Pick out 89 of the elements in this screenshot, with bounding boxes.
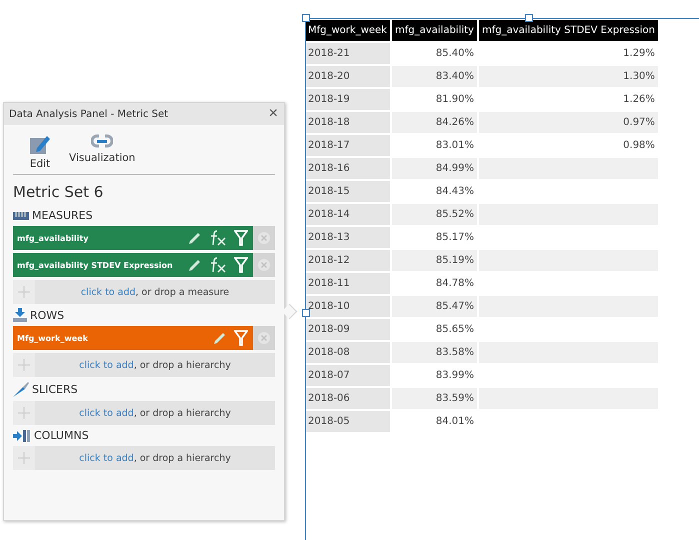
table-cell: 2018-05 [308,416,350,427]
add-prompt: click to add, or drop a hierarchy [78,408,232,418]
pencil-icon[interactable] [188,258,202,272]
column-header[interactable]: Mfg_work_week [305,20,390,41]
filter-icon[interactable] [234,257,248,273]
pencil-icon [29,133,51,155]
click-to-add-link[interactable]: click to add [79,360,134,370]
table-cell: 83.59% [436,393,474,404]
hierarchy-item[interactable]: Mfg_work_week [13,326,253,350]
table-cell: 84.43% [436,186,474,197]
rows-icon [13,308,27,322]
resize-handle[interactable] [302,309,310,317]
table-cell: 84.99% [436,163,474,174]
table-cell: 83.58% [436,347,474,358]
measure-item[interactable]: mfg_availability [13,226,253,250]
table-cell: 2018-13 [308,232,350,243]
table-cell: 85.40% [436,48,474,59]
table-cell: 85.19% [436,255,474,266]
ruler-icon [13,212,29,220]
filter-icon[interactable] [234,230,248,246]
table-cell: 84.26% [436,117,474,128]
table-cell: 2018-19 [308,94,350,105]
table-cell: 84.01% [436,416,474,427]
click-to-add-link[interactable]: click to add [80,286,136,298]
table-cell: 2018-21 [308,48,350,59]
plus-icon [18,286,30,298]
table-cell: 84.78% [436,278,474,289]
panel-title: Data Analysis Panel - Metric Set [9,108,168,120]
click-to-add-link[interactable]: click to add [79,408,134,418]
measure-item[interactable]: mfg_availability STDEV Expression [13,253,253,277]
table-cell: 2018-08 [308,347,350,358]
function-icon[interactable] [209,230,227,246]
pencil-icon[interactable] [213,331,227,345]
add-prompt: click to add, or drop a hierarchy [78,452,232,464]
table-cell: 2018-07 [308,370,350,381]
table-cell: 2018-11 [308,278,350,289]
table-cell: 2018-16 [308,163,350,174]
table-cell: 85.52% [436,209,474,220]
filter-icon[interactable] [234,330,248,346]
table-cell: 85.17% [436,232,474,243]
close-button[interactable]: × [268,106,278,122]
metric-set-title: Metric Set 6 [13,183,104,201]
section-title: SLICERS [32,382,78,396]
table-cell: 2018-20 [308,71,350,82]
section-title: COLUMNS [34,429,89,442]
pencil-icon[interactable] [188,231,202,245]
table-cell: 83.40% [436,71,474,82]
item-label: Mfg_work_week [17,334,89,342]
remove-icon [258,259,270,271]
remove-icon [258,232,270,244]
item-label: mfg_availability STDEV Expression [17,260,174,270]
table-cell: 2018-10 [308,301,350,312]
plus-icon [18,359,30,371]
table-cell: 1.30% [623,71,655,82]
section-title: ROWS [30,308,64,322]
knife-icon [13,381,29,397]
section-title: MEASURES [32,209,93,222]
add-prompt: click to add, or drop a hierarchy [78,360,232,370]
plus-icon [18,452,30,464]
table-cell: 85.65% [436,324,474,335]
plus-icon [18,407,30,419]
item-label: mfg_availability [17,234,90,242]
table-cell: 1.29% [623,48,655,59]
visualization-button[interactable]: Visualization [67,133,138,170]
edit-button[interactable]: Edit [27,133,53,170]
remove-icon [258,332,270,344]
table-cell: 1.26% [623,94,655,105]
resize-handle[interactable] [525,14,533,22]
table-cell: 2018-18 [308,117,350,128]
table-cell: 2018-12 [308,255,350,266]
table-cell: 81.90% [436,94,474,105]
table-cell: 85.47% [436,301,474,312]
table-cell: 2018-09 [308,324,350,335]
function-icon[interactable] [209,257,227,273]
column-header[interactable]: mfg_availability [392,20,477,41]
table-cell: 2018-17 [308,140,350,151]
table-cell: 83.01% [436,140,474,151]
link-icon [91,133,114,149]
table-cell: 0.97% [623,117,655,128]
table-cell: 83.99% [436,370,474,381]
click-to-add-link[interactable]: click to add [79,452,134,464]
table-cell: 2018-14 [308,209,350,220]
resize-handle[interactable] [302,14,310,22]
table-cell: 0.98% [623,140,655,151]
column-header[interactable]: mfg_availability STDEV Expression [478,20,658,41]
columns-icon [13,430,31,442]
table-cell: 2018-15 [308,186,350,197]
table-cell: 2018-06 [308,393,350,404]
add-prompt: click to add, or drop a measure [80,286,230,298]
